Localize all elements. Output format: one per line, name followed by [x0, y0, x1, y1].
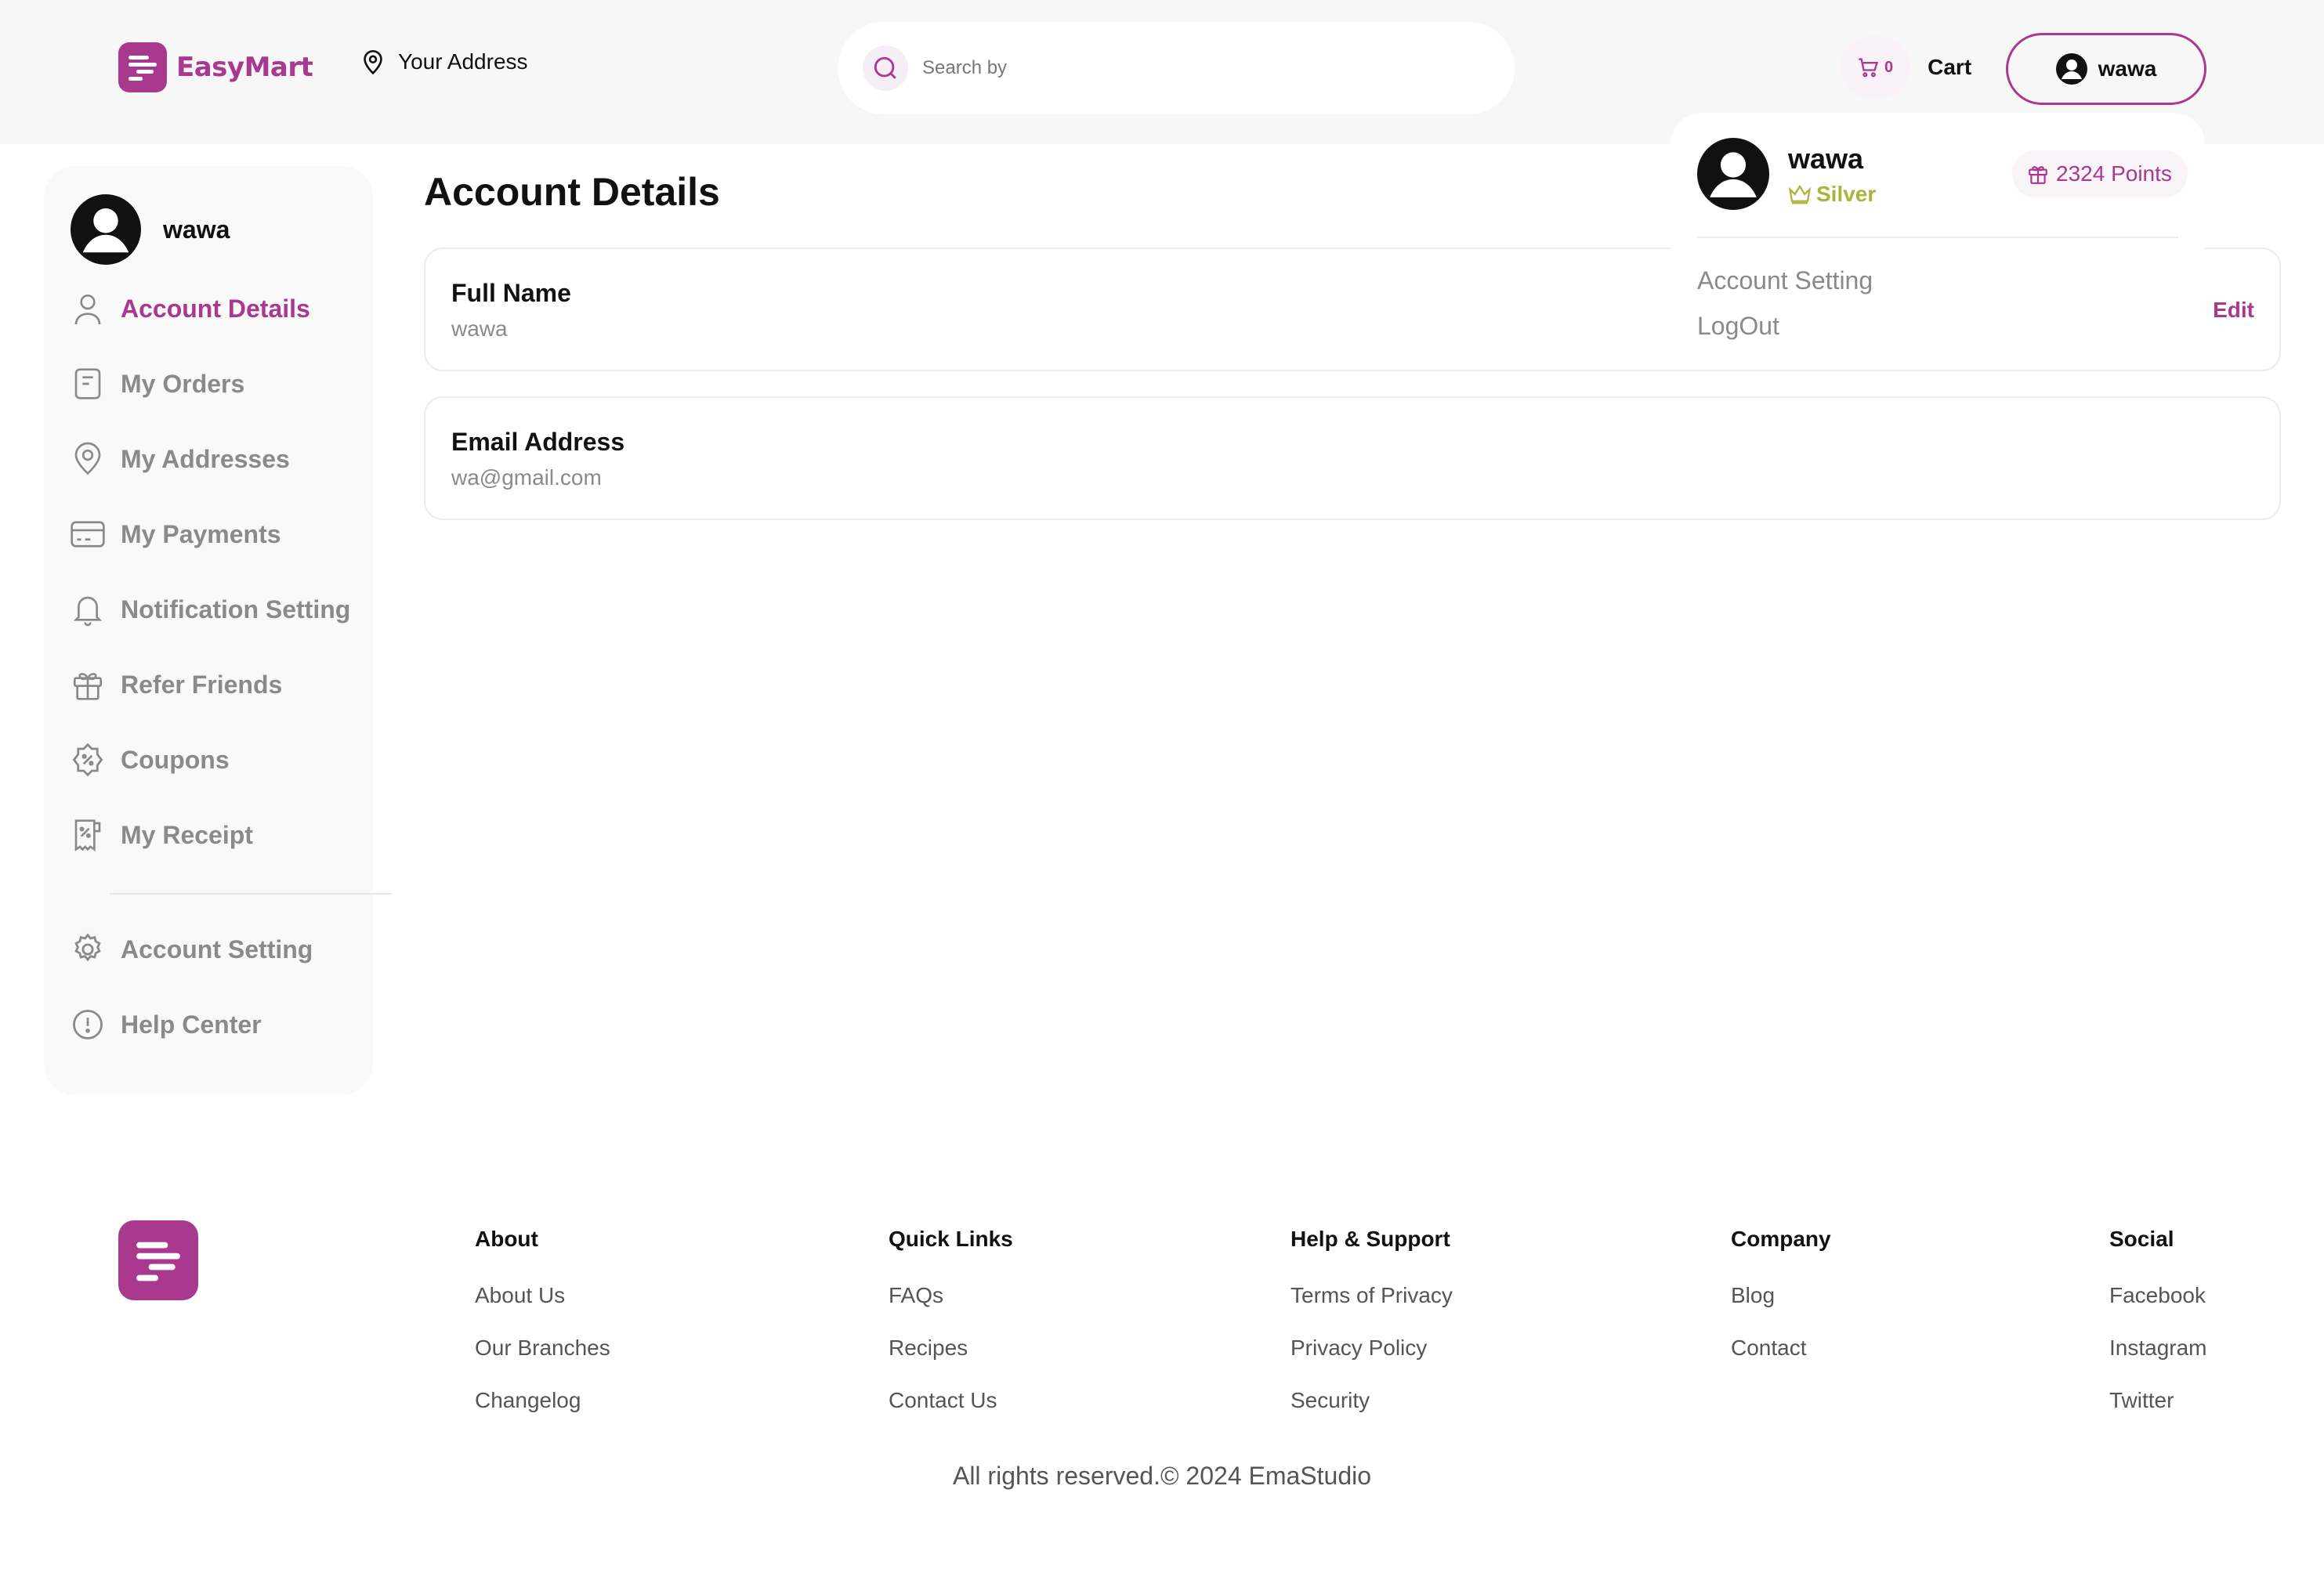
footer-link[interactable]: Blog — [1731, 1283, 1831, 1308]
user-icon — [71, 291, 105, 326]
footer-link[interactable]: Instagram — [2109, 1336, 2207, 1361]
footer-column-help-support: Help & Support Terms of Privacy Privacy … — [1291, 1227, 1453, 1440]
email-address-card: Email Address wa@gmail.com — [424, 396, 2281, 520]
membership-tier: Silver — [1788, 182, 1876, 207]
sidebar-item-notification-setting[interactable]: Notification Setting — [71, 592, 350, 627]
gear-icon — [71, 932, 105, 967]
footer-column-social: Social Facebook Instagram Twitter — [2109, 1227, 2207, 1440]
footer-link[interactable]: Terms of Privacy — [1291, 1283, 1453, 1308]
bell-icon — [71, 592, 105, 627]
footer-link[interactable]: Recipes — [889, 1336, 1013, 1361]
sidebar-item-label: Help Center — [121, 1010, 262, 1039]
sidebar-item-refer-friends[interactable]: Refer Friends — [71, 667, 282, 702]
sidebar-user-name: wawa — [163, 215, 230, 244]
footer-column-about: About About Us Our Branches Changelog — [475, 1227, 610, 1440]
sidebar-item-label: My Addresses — [121, 444, 290, 473]
location-pin-icon — [364, 50, 382, 75]
dropdown-divider — [1697, 237, 2178, 238]
cart-button[interactable]: 0 Cart — [1841, 36, 1971, 99]
sidebar-item-my-payments[interactable]: My Payments — [71, 517, 281, 551]
sidebar-item-help-center[interactable]: Help Center — [71, 1007, 262, 1042]
user-menu-button[interactable]: wawa — [2006, 33, 2206, 105]
footer-logo-icon[interactable] — [118, 1220, 198, 1300]
cart-label: Cart — [1928, 55, 1972, 79]
points-value: 2324 Points — [2056, 161, 2172, 186]
search-bar — [838, 22, 1515, 114]
user-dropdown-menu: wawa Silver 2324 Points Account Setting … — [1671, 113, 2205, 368]
address-label: Your Address — [398, 49, 528, 74]
footer-link[interactable]: About Us — [475, 1283, 610, 1308]
avatar — [1697, 138, 1769, 210]
sidebar-item-label: Account Details — [121, 294, 310, 323]
logo-text: EasyMart — [176, 52, 313, 83]
brand-logo[interactable]: EasyMart — [118, 42, 313, 92]
receipt-discount-icon — [71, 818, 105, 852]
cart-count: 0 — [1884, 58, 1894, 76]
footer-column-title: Social — [2109, 1227, 2174, 1251]
footer-column-title: Quick Links — [889, 1227, 1013, 1251]
info-circle-icon — [71, 1007, 105, 1042]
footer-column-title: Company — [1731, 1227, 1831, 1251]
sidebar-item-label: Account Setting — [121, 934, 313, 963]
avatar-icon — [2055, 53, 2087, 85]
cart-icon — [1859, 58, 1879, 78]
membership-tier-label: Silver — [1816, 182, 1877, 206]
dropdown-account-setting[interactable]: Account Setting — [1697, 266, 1873, 295]
sidebar-item-label: My Orders — [121, 369, 245, 398]
dropdown-user-name: wawa — [1788, 143, 1864, 175]
dropdown-logout[interactable]: LogOut — [1697, 312, 1779, 341]
location-pin-icon — [71, 442, 105, 476]
sidebar-item-label: Notification Setting — [121, 595, 351, 624]
receipt-icon — [71, 367, 105, 401]
user-menu-label: wawa — [2098, 56, 2157, 81]
account-sidebar: wawa Account Details My Orders My Addres… — [44, 166, 392, 1095]
footer-link[interactable]: Changelog — [475, 1388, 610, 1413]
footer-column-company: Company Blog Contact — [1731, 1227, 1831, 1388]
sidebar-item-my-orders[interactable]: My Orders — [71, 367, 244, 401]
avatar — [71, 194, 141, 265]
search-icon[interactable] — [863, 45, 908, 91]
sidebar-item-coupons[interactable]: Coupons — [71, 743, 230, 777]
cart-count-pill: 0 — [1841, 36, 1911, 99]
address-selector[interactable]: Your Address — [360, 49, 528, 75]
credit-card-icon — [71, 517, 105, 551]
sidebar-item-label: Refer Friends — [121, 670, 283, 699]
edit-full-name-button[interactable]: Edit — [2213, 298, 2254, 323]
footer-link[interactable]: Twitter — [2109, 1388, 2207, 1413]
discount-badge-icon — [71, 743, 105, 777]
footer-column-title: About — [475, 1227, 538, 1251]
field-label: Email Address — [451, 428, 625, 456]
footer-link[interactable]: Privacy Policy — [1291, 1336, 1453, 1361]
sidebar-item-account-setting[interactable]: Account Setting — [71, 932, 313, 967]
gift-icon — [71, 667, 105, 702]
footer-link[interactable]: Security — [1291, 1388, 1453, 1413]
page-title: Account Details — [424, 170, 720, 214]
field-label: Full Name — [451, 279, 571, 307]
sidebar-item-my-receipt[interactable]: My Receipt — [71, 818, 253, 852]
footer-link[interactable]: Contact — [1731, 1336, 1831, 1361]
crown-icon — [1788, 184, 1812, 204]
field-value: wa@gmail.com — [451, 465, 602, 490]
sidebar-item-label: My Receipt — [121, 820, 253, 849]
gift-icon — [2029, 166, 2047, 184]
logo-mark-icon — [118, 42, 167, 92]
field-value: wawa — [451, 316, 508, 341]
sidebar-user: wawa — [71, 194, 230, 265]
sidebar-item-label: Coupons — [121, 745, 230, 774]
copyright-text: All rights reserved.© 2024 EmaStudio — [952, 1462, 1372, 1490]
sidebar-divider — [110, 893, 392, 895]
sidebar-item-account-details[interactable]: Account Details — [71, 291, 310, 326]
footer-column-title: Help & Support — [1291, 1227, 1450, 1251]
sidebar-item-label: My Payments — [121, 519, 281, 548]
footer-link[interactable]: FAQs — [889, 1283, 1013, 1308]
footer-column-quick-links: Quick Links FAQs Recipes Contact Us — [889, 1227, 1013, 1440]
footer-link[interactable]: Contact Us — [889, 1388, 1013, 1413]
search-input[interactable] — [922, 57, 1392, 79]
footer-link[interactable]: Facebook — [2109, 1283, 2207, 1308]
sidebar-item-my-addresses[interactable]: My Addresses — [71, 442, 290, 476]
footer-link[interactable]: Our Branches — [475, 1336, 610, 1361]
points-badge: 2324 Points — [2012, 150, 2188, 197]
